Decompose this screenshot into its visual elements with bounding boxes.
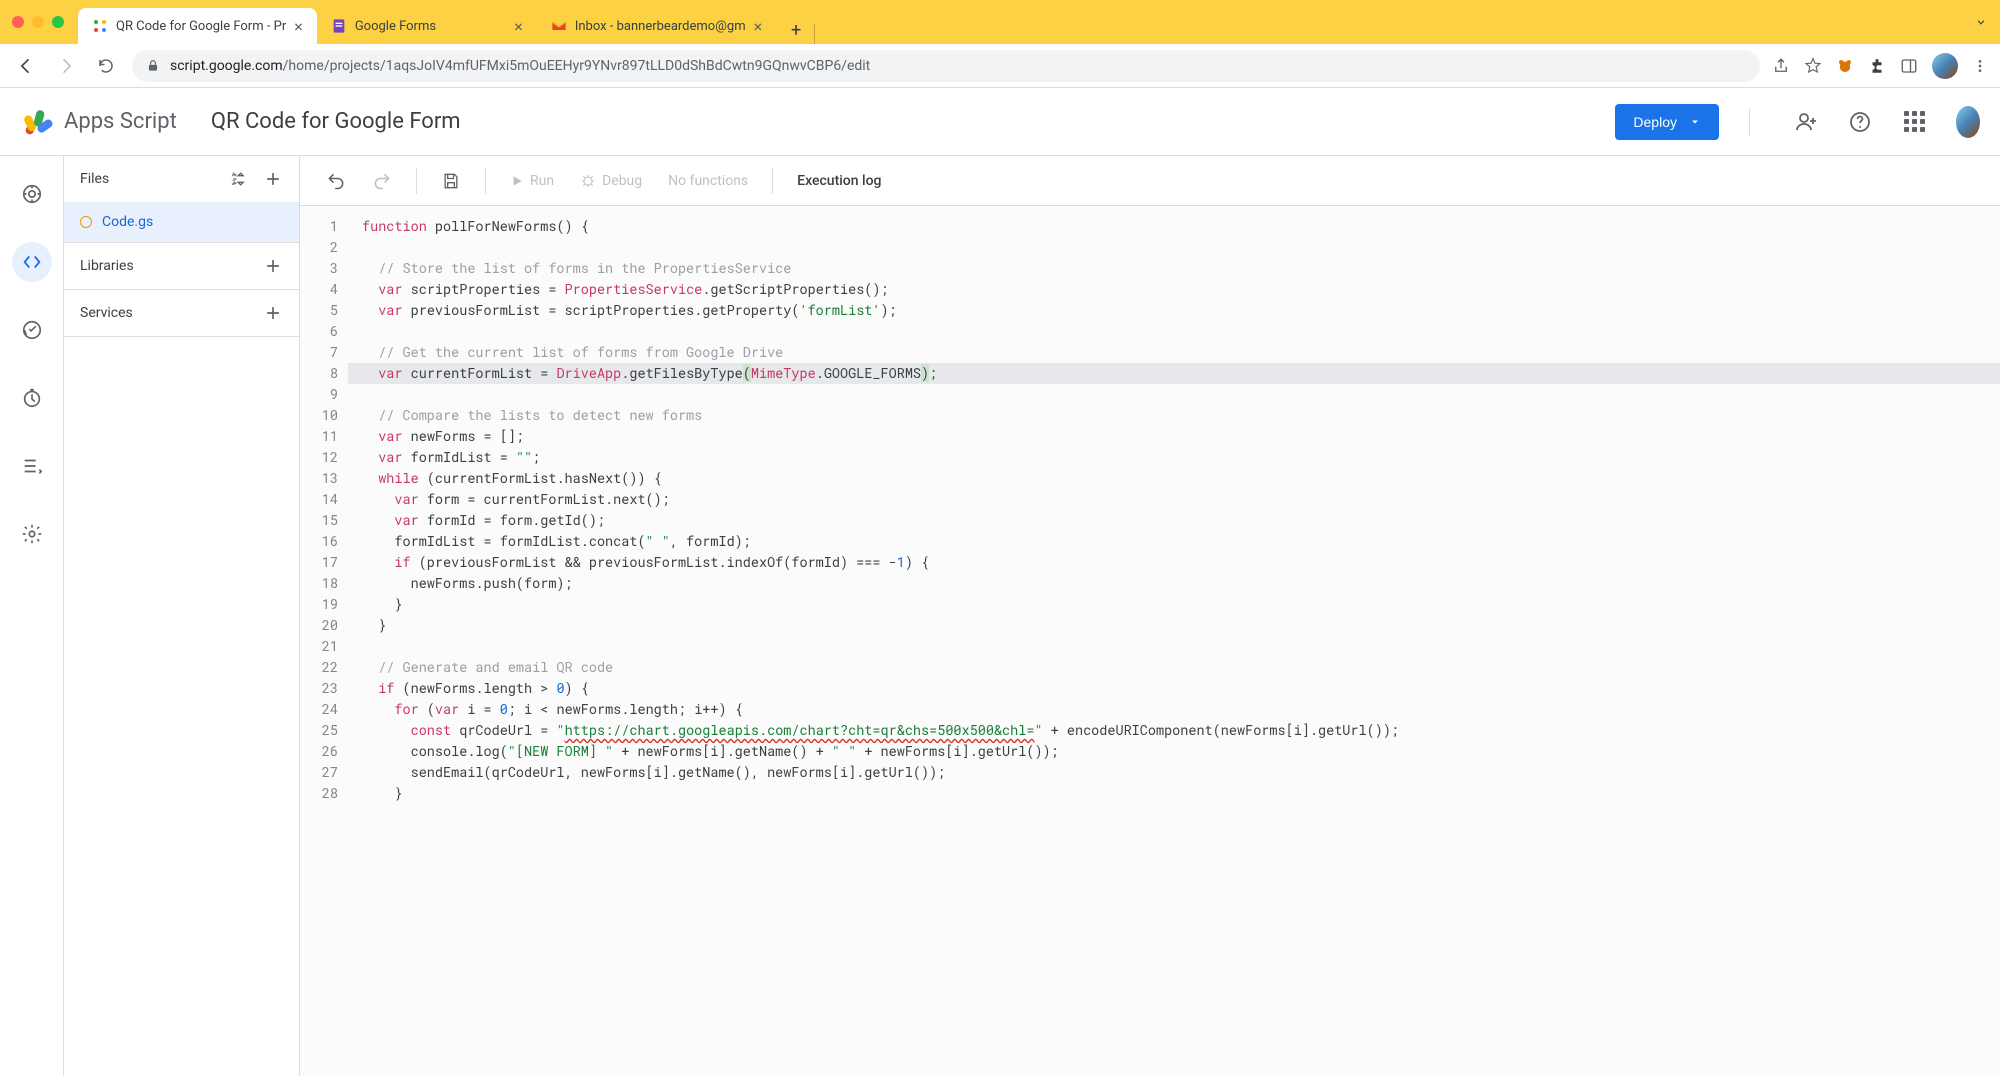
reload-button[interactable] bbox=[92, 52, 120, 80]
close-icon[interactable]: × bbox=[754, 17, 763, 36]
apps-grid-icon[interactable] bbox=[1902, 110, 1926, 134]
services-section: Services bbox=[64, 290, 299, 337]
star-icon[interactable] bbox=[1804, 57, 1822, 75]
editor-icon[interactable] bbox=[12, 242, 52, 282]
tab-google-forms[interactable]: Google Forms × bbox=[317, 8, 537, 44]
left-rail bbox=[0, 156, 64, 1076]
overview-icon[interactable] bbox=[12, 174, 52, 214]
tab-title: Google Forms bbox=[355, 19, 506, 34]
url-text: script.google.com/home/projects/1aqsJoIV… bbox=[170, 58, 870, 74]
svg-text:Z: Z bbox=[232, 179, 236, 187]
help-icon[interactable] bbox=[1848, 110, 1872, 134]
menu-icon[interactable] bbox=[1972, 58, 1988, 74]
exec-log-label: Execution log bbox=[797, 173, 881, 189]
code-content[interactable]: function pollForNewForms() { // Store th… bbox=[348, 206, 2000, 1076]
new-tab-button[interactable]: + bbox=[782, 16, 810, 44]
add-service-icon[interactable] bbox=[263, 303, 283, 323]
apps-script-icon bbox=[92, 18, 108, 34]
function-select[interactable]: No functions bbox=[658, 163, 758, 199]
svg-text:A: A bbox=[232, 171, 237, 179]
files-header: Files AZ bbox=[64, 156, 299, 202]
forward-button[interactable] bbox=[52, 52, 80, 80]
apps-script-logo[interactable]: Apps Script bbox=[20, 104, 177, 140]
settings-icon[interactable] bbox=[12, 514, 52, 554]
services-label: Services bbox=[80, 305, 133, 321]
browser-tab-strip: QR Code for Google Form - Pr × Google Fo… bbox=[0, 0, 2000, 44]
line-gutter: 1234567891011121314151617181920212223242… bbox=[300, 206, 348, 1076]
run-label: Run bbox=[530, 173, 554, 189]
share-person-icon[interactable] bbox=[1794, 110, 1818, 134]
no-functions-label: No functions bbox=[668, 173, 748, 189]
files-section: Files AZ Code.gs bbox=[64, 156, 299, 243]
chevron-down-icon bbox=[1689, 116, 1701, 128]
debug-button[interactable]: Debug bbox=[570, 163, 652, 199]
extension-bear-icon[interactable] bbox=[1836, 57, 1854, 75]
libraries-section: Libraries bbox=[64, 243, 299, 290]
libraries-label: Libraries bbox=[80, 258, 134, 274]
chevron-down-icon[interactable] bbox=[1974, 15, 1988, 29]
deploy-label: Deploy bbox=[1633, 114, 1677, 130]
code-editor[interactable]: 1234567891011121314151617181920212223242… bbox=[300, 206, 2000, 1076]
file-name: Code.gs bbox=[102, 214, 153, 230]
files-label: Files bbox=[80, 171, 109, 187]
tab-apps-script[interactable]: QR Code for Google Form - Pr × bbox=[78, 8, 317, 44]
lock-icon bbox=[146, 59, 160, 73]
tabs-container: QR Code for Google Form - Pr × Google Fo… bbox=[78, 0, 1974, 44]
add-library-icon[interactable] bbox=[263, 256, 283, 276]
back-button[interactable] bbox=[12, 52, 40, 80]
run-button[interactable]: Run bbox=[500, 163, 564, 199]
list-icon[interactable] bbox=[12, 446, 52, 486]
tab-title: QR Code for Google Form - Pr bbox=[116, 19, 286, 34]
executions-icon[interactable] bbox=[12, 310, 52, 350]
editor-area: Run Debug No functions Execution log 123… bbox=[300, 156, 2000, 1076]
apps-script-header: Apps Script QR Code for Google Form Depl… bbox=[0, 88, 2000, 156]
editor-toolbar: Run Debug No functions Execution log bbox=[300, 156, 2000, 206]
window-close-button[interactable] bbox=[12, 16, 24, 28]
redo-button[interactable] bbox=[362, 163, 402, 199]
divider bbox=[416, 168, 417, 194]
extensions-icon[interactable] bbox=[1868, 57, 1886, 75]
debug-label: Debug bbox=[602, 173, 642, 189]
close-icon[interactable]: × bbox=[294, 17, 303, 36]
add-file-icon[interactable] bbox=[263, 169, 283, 189]
tab-title: Inbox - bannerbeardemo@gm bbox=[575, 19, 746, 34]
sidebar: Files AZ Code.gs Libraries Services bbox=[64, 156, 300, 1076]
share-icon[interactable] bbox=[1772, 57, 1790, 75]
forms-icon bbox=[331, 18, 347, 34]
window-controls bbox=[12, 16, 64, 28]
sort-icon[interactable]: AZ bbox=[229, 169, 249, 189]
address-bar: script.google.com/home/projects/1aqsJoIV… bbox=[0, 44, 2000, 88]
window-maximize-button[interactable] bbox=[52, 16, 64, 28]
divider bbox=[1749, 108, 1750, 136]
unsaved-indicator-icon bbox=[80, 216, 92, 228]
divider bbox=[485, 168, 486, 194]
url-input[interactable]: script.google.com/home/projects/1aqsJoIV… bbox=[132, 50, 1760, 82]
divider bbox=[772, 168, 773, 194]
libraries-header[interactable]: Libraries bbox=[64, 243, 299, 289]
tab-gmail[interactable]: Inbox - bannerbeardemo@gm × bbox=[537, 8, 776, 44]
file-code-gs[interactable]: Code.gs bbox=[64, 202, 299, 242]
account-avatar[interactable] bbox=[1956, 110, 1980, 134]
window-minimize-button[interactable] bbox=[32, 16, 44, 28]
undo-button[interactable] bbox=[316, 163, 356, 199]
gmail-icon bbox=[551, 18, 567, 34]
apps-script-logo-icon bbox=[20, 104, 56, 140]
close-icon[interactable]: × bbox=[514, 17, 523, 36]
execution-log-button[interactable]: Execution log bbox=[787, 163, 891, 199]
profile-avatar[interactable] bbox=[1932, 53, 1958, 79]
project-title[interactable]: QR Code for Google Form bbox=[211, 109, 461, 134]
triggers-icon[interactable] bbox=[12, 378, 52, 418]
main-layout: Files AZ Code.gs Libraries Services bbox=[0, 156, 2000, 1076]
sidepanel-icon[interactable] bbox=[1900, 57, 1918, 75]
save-button[interactable] bbox=[431, 163, 471, 199]
addr-actions bbox=[1772, 53, 1988, 79]
product-name: Apps Script bbox=[64, 109, 177, 134]
deploy-button[interactable]: Deploy bbox=[1615, 104, 1719, 140]
services-header[interactable]: Services bbox=[64, 290, 299, 336]
